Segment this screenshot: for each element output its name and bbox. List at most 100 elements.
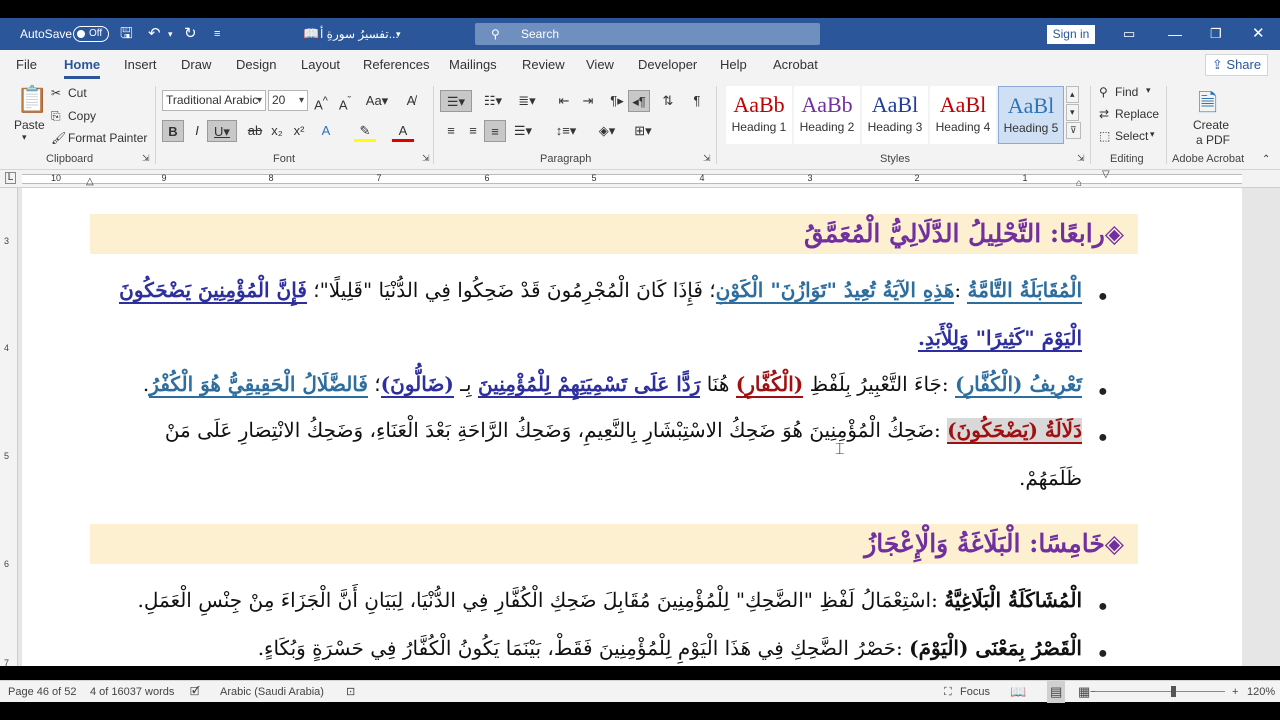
copy-button[interactable]: Copy (68, 109, 96, 123)
left-indent-marker-icon[interactable]: △ (86, 176, 94, 187)
create-pdf-button-line1[interactable]: Create (1193, 118, 1229, 132)
word-count[interactable]: 4 of 16037 words (90, 681, 174, 703)
styles-scroll-up-icon[interactable]: ▴ (1066, 86, 1079, 103)
save-icon[interactable]: 🖫 (120, 18, 133, 50)
undo-icon[interactable]: ↶ (148, 18, 161, 50)
style-heading-4[interactable]: AaBl Heading 4 (930, 86, 996, 144)
cut-icon[interactable]: ✂ (51, 86, 61, 100)
customize-toolbar-icon[interactable]: ≡ (214, 18, 220, 50)
collapse-ribbon-icon[interactable]: ⌃ (1262, 154, 1270, 165)
align-right-icon[interactable]: ≡ (484, 120, 506, 142)
tab-home[interactable]: Home (64, 50, 101, 80)
format-painter-icon[interactable]: 🖌 (51, 131, 66, 145)
section-4-heading[interactable]: ◈رابعًا: التَّحْلِيلُ الدَّلَالِيُّ الْم… (90, 214, 1138, 254)
list-item[interactable]: الْمُشَاكَلَةُ الْبَلَاغِيَّةُ :اسْتِعْم… (138, 588, 1083, 612)
undo-dropdown-icon[interactable]: ▾ (168, 18, 173, 50)
print-layout-icon[interactable]: ▤ (1047, 681, 1066, 703)
sign-in-button[interactable]: Sign in (1047, 25, 1095, 44)
font-size-combo[interactable]: 20 (268, 90, 308, 111)
autosave-toggle[interactable]: Off (73, 26, 109, 42)
redo-icon[interactable]: ↻ (184, 18, 197, 50)
first-line-indent-marker-icon[interactable]: ▽ (1102, 169, 1110, 180)
list-item[interactable]: تَعْرِيفُ (الْكُفَّارِ) :جَاءَ التَّعْبِ… (143, 372, 1082, 398)
language-indicator[interactable]: Arabic (Saudi Arabia) (220, 681, 324, 703)
shading-icon[interactable]: ◈▾ (592, 120, 622, 142)
cut-button[interactable]: Cut (68, 86, 87, 100)
create-pdf-button-line2[interactable]: a PDF (1196, 133, 1230, 147)
restore-icon[interactable]: ❐ (1210, 18, 1222, 50)
style-heading-1[interactable]: AaBb Heading 1 (726, 86, 792, 144)
list-item[interactable]: الْمُقَابَلَةُ التَّامَّةُ :هَذِهِ الآيَ… (119, 278, 1082, 304)
text-effects-icon[interactable]: A (315, 120, 337, 142)
decrease-indent-icon[interactable]: ⇤ (553, 90, 575, 112)
underline-button[interactable]: U▾ (207, 120, 237, 142)
numbering-icon[interactable]: ☷▾ (478, 90, 508, 112)
tab-view[interactable]: View (586, 50, 614, 80)
tab-selector-icon[interactable]: L (5, 172, 16, 184)
bold-button[interactable]: B (162, 120, 184, 142)
tab-review[interactable]: Review (522, 50, 565, 80)
styles-more-icon[interactable]: ⊽ (1066, 122, 1081, 139)
bullets-icon[interactable]: ☰▾ (440, 90, 472, 112)
paste-button[interactable]: Paste (14, 118, 45, 132)
title-dropdown-icon[interactable]: ▾ (396, 18, 401, 50)
document-page[interactable]: ◈رابعًا: التَّحْلِيلُ الدَّلَالِيُّ الْم… (22, 188, 1242, 666)
italic-button[interactable]: I (186, 120, 208, 142)
borders-icon[interactable]: ⊞▾ (626, 120, 660, 142)
section-5-heading[interactable]: ◈خَامِسًا: الْبَلَاغَةُ وَالْإِعْجَازُ (90, 524, 1138, 564)
minimize-icon[interactable]: — (1168, 18, 1182, 50)
ruler-track[interactable] (22, 174, 1242, 184)
list-item[interactable]: الْقَصْرُ بِمَعْنَى (الْيَوْمَ) :حَصْرُ … (258, 636, 1082, 660)
paste-icon[interactable]: 📋 (16, 84, 48, 115)
tab-help[interactable]: Help (720, 50, 747, 80)
styles-launcher-icon[interactable]: ⇲ (1077, 153, 1085, 164)
tab-file[interactable]: File (16, 50, 37, 80)
justify-icon[interactable]: ☰▾ (508, 120, 538, 142)
close-icon[interactable]: ✕ (1252, 18, 1265, 50)
ribbon-display-icon[interactable]: ▭ (1123, 18, 1135, 50)
tab-layout[interactable]: Layout (301, 50, 340, 80)
document-title[interactable]: تفسيرُ سورةِ أ... (320, 18, 399, 50)
zoom-slider-thumb[interactable] (1171, 686, 1176, 697)
zoom-in-icon[interactable]: + (1232, 681, 1238, 703)
page-count[interactable]: Page 46 of 52 (8, 681, 77, 703)
superscript-button[interactable]: x² (288, 120, 310, 142)
rtl-icon[interactable]: ◂¶ (628, 90, 650, 112)
styles-scroll-down-icon[interactable]: ▾ (1066, 104, 1079, 121)
line-spacing-icon[interactable]: ↕≡▾ (550, 120, 582, 142)
font-launcher-icon[interactable]: ⇲ (422, 153, 430, 164)
tab-acrobat[interactable]: Acrobat (773, 50, 818, 80)
align-center-icon[interactable]: ≡ (462, 120, 484, 142)
tab-developer[interactable]: Developer (638, 50, 697, 80)
shrink-font-icon[interactable]: Aˇ (334, 90, 356, 112)
clipboard-launcher-icon[interactable]: ⇲ (142, 153, 150, 164)
web-layout-icon[interactable]: ▦ (1078, 681, 1090, 703)
find-icon[interactable]: ⚲ (1099, 85, 1108, 99)
zoom-out-icon[interactable]: − (1090, 681, 1096, 703)
copy-icon[interactable]: ⎘ (51, 109, 61, 124)
multilevel-list-icon[interactable]: ≣▾ (512, 90, 542, 112)
read-mode-icon[interactable]: 📖 (1010, 681, 1026, 703)
tab-references[interactable]: References (363, 50, 429, 80)
style-heading-5[interactable]: AaBl Heading 5 (998, 86, 1064, 144)
paragraph-launcher-icon[interactable]: ⇲ (703, 153, 711, 164)
list-item[interactable]: دَلَالَةُ (يَضْحَكُونَ) :ضَحِكُ الْمُؤْم… (165, 418, 1082, 444)
format-painter-button[interactable]: Format Painter (68, 131, 147, 145)
subscript-button[interactable]: x₂ (266, 120, 288, 142)
ltr-icon[interactable]: ¶▸ (606, 90, 628, 112)
select-icon[interactable]: ⬚ (1099, 129, 1110, 143)
tab-mailings[interactable]: Mailings (449, 50, 497, 80)
tab-design[interactable]: Design (236, 50, 276, 80)
select-button[interactable]: Select (1115, 129, 1148, 143)
grow-font-icon[interactable]: A^ (310, 90, 332, 112)
style-heading-3[interactable]: AaBl Heading 3 (862, 86, 928, 144)
show-marks-icon[interactable]: ¶ (686, 90, 708, 112)
increase-indent-icon[interactable]: ⇥ (577, 90, 599, 112)
zoom-level[interactable]: 120% (1247, 681, 1275, 703)
tab-insert[interactable]: Insert (124, 50, 157, 80)
clear-formatting-icon[interactable]: A̸ (400, 90, 422, 112)
focus-icon[interactable]: ⛶ (944, 681, 952, 703)
list-item-continuation[interactable]: الْيَوْمَ "كَثِيرًا" وَلِلْأَبَدِ. (917, 326, 1082, 352)
font-family-combo[interactable]: Traditional Arabic (162, 90, 266, 111)
replace-button[interactable]: Replace (1115, 107, 1159, 121)
